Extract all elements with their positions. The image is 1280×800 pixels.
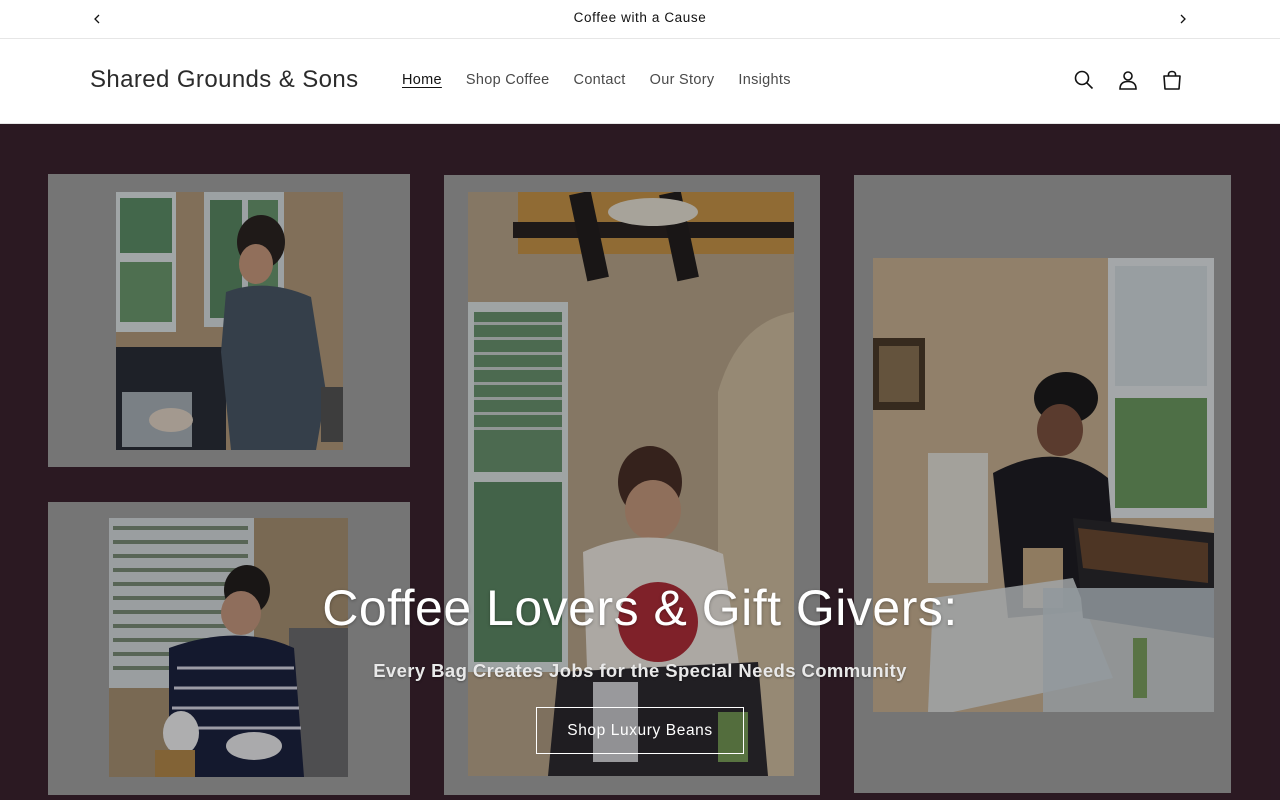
main-nav: Home Shop Coffee Contact Our Story Insig… <box>390 72 803 88</box>
announcement-next-button[interactable] <box>1172 8 1194 30</box>
cart-icon <box>1163 70 1181 90</box>
account-button[interactable] <box>1114 66 1142 94</box>
chevron-right-icon <box>1180 14 1186 24</box>
hero-content: Coffee Lovers & Gift Givers: Every Bag C… <box>0 124 1280 800</box>
announcement-text: Coffee with a Cause <box>573 10 707 25</box>
hero-subheading: Every Bag Creates Jobs for the Special N… <box>373 660 907 681</box>
nav-item-contact[interactable]: Contact <box>574 72 626 88</box>
nav-item-shop-coffee[interactable]: Shop Coffee <box>466 72 550 88</box>
shop-luxury-beans-button[interactable]: Shop Luxury Beans <box>536 707 744 754</box>
cart-button[interactable] <box>1158 66 1186 94</box>
search-icon <box>1074 70 1094 90</box>
nav-item-insights[interactable]: Insights <box>738 72 790 88</box>
site-logo[interactable]: Shared Grounds & Sons <box>90 66 359 94</box>
announcement-bar: Coffee with a Cause <box>0 0 1280 39</box>
search-button[interactable] <box>1070 66 1098 94</box>
site-header: Shared Grounds & Sons Home Shop Coffee C… <box>0 39 1280 124</box>
nav-item-home[interactable]: Home <box>402 72 442 88</box>
hero-heading: Coffee Lovers & Gift Givers: <box>322 580 958 636</box>
nav-item-our-story[interactable]: Our Story <box>650 72 715 88</box>
account-icon <box>1119 71 1137 90</box>
hero-banner: Coffee Lovers & Gift Givers: Every Bag C… <box>0 124 1280 800</box>
